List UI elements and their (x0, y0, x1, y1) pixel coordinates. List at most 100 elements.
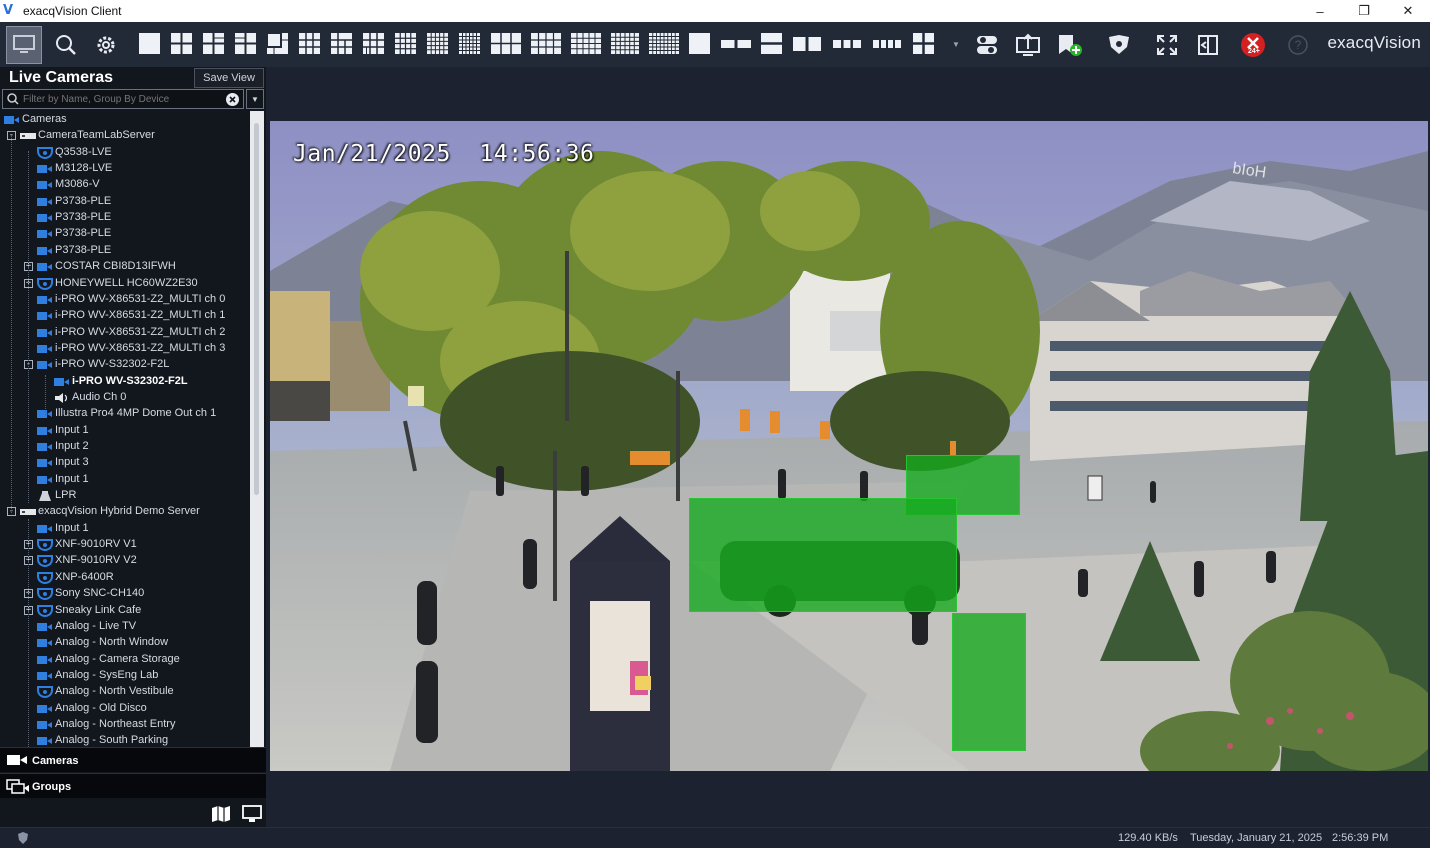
layout-two-wide-button[interactable] (793, 37, 821, 51)
help-button[interactable]: ? (1286, 22, 1310, 67)
tree-item[interactable]: Cameras (0, 112, 250, 128)
layout-more-dropdown[interactable]: ▼ (949, 22, 963, 67)
tree-item[interactable]: + Sony SNC-CH140 (0, 586, 250, 602)
alarm-status-button[interactable]: 24+ (1238, 22, 1268, 67)
layout-custom-button[interactable] (913, 33, 934, 54)
tree-item[interactable]: P3738-PLE (0, 243, 250, 259)
tree-item[interactable]: i-PRO WV-X86531-Z2_MULTI ch 3 (0, 341, 250, 357)
tree-item[interactable]: - CameraTeamLabServer (0, 128, 250, 144)
tree-item[interactable]: + COSTAR CBI8D13IFWH (0, 259, 250, 275)
camera-icon (37, 523, 53, 538)
tree-item[interactable]: Analog - North Window (0, 635, 250, 651)
layout-wide-3x2-button[interactable] (491, 33, 521, 54)
tree-item[interactable]: P3738-PLE (0, 226, 250, 242)
camera-icon (37, 327, 53, 342)
bookmark-button[interactable] (1054, 22, 1084, 67)
layout-side-by-side-button[interactable] (721, 40, 751, 48)
tree-item[interactable]: i-PRO WV-X86531-Z2_MULTI ch 0 (0, 292, 250, 308)
layout-wide-8x6-button[interactable] (649, 33, 679, 54)
tree-item[interactable]: Analog - North Vestibule (0, 684, 250, 700)
filter-dropdown[interactable]: ▼ (246, 89, 264, 109)
maximize-button[interactable]: ❐ (1342, 0, 1386, 22)
settings-button[interactable] (92, 22, 120, 67)
camera-tree: Cameras - CameraTeamLabServer Q3538-LVE M312… (0, 111, 250, 747)
groups-icon (6, 779, 29, 794)
monitor-icon[interactable] (242, 805, 262, 823)
map-icon[interactable] (211, 805, 231, 823)
camera-video-tile[interactable]: bIoH Jan/21/2025 14:56:36 (270, 121, 1428, 771)
tree-item[interactable]: Input 1 (0, 423, 250, 439)
minimize-button[interactable]: – (1298, 0, 1342, 22)
search-button[interactable] (52, 22, 80, 67)
layout-1-plus-4-button[interactable] (235, 33, 256, 54)
layout-wide-4x3-button[interactable] (531, 33, 561, 54)
layout-4x4-button[interactable] (395, 33, 416, 54)
tree-item-label: i-PRO WV-X86531-Z2_MULTI ch 2 (55, 325, 226, 338)
security-button[interactable] (1104, 22, 1134, 67)
layout-wide-6x5-button[interactable] (611, 33, 639, 54)
export-button[interactable] (1014, 22, 1042, 67)
tree-item[interactable]: Analog - SysEng Lab (0, 668, 250, 684)
layout-1-plus-9-button[interactable] (363, 33, 384, 54)
tree-item[interactable]: - exacqVision Hybrid Demo Server (0, 504, 250, 520)
fullscreen-button[interactable] (1153, 22, 1181, 67)
layout-wide-5x4-button[interactable] (571, 33, 601, 54)
tree-item[interactable]: M3128-LVE (0, 161, 250, 177)
tree-item[interactable]: Input 1 (0, 521, 250, 537)
tree-item[interactable]: + HONEYWELL HC60WZ2E30 (0, 276, 250, 292)
tree-item[interactable]: LPR (0, 488, 250, 504)
camera-icon (37, 310, 53, 325)
layout-stacked-button[interactable] (761, 33, 782, 54)
tree-item[interactable]: Illustra Pro4 4MP Dome Out ch 1 (0, 406, 250, 422)
clear-filter-icon[interactable] (225, 92, 240, 107)
tree-item[interactable]: + XNF-9010RV V2 (0, 553, 250, 569)
layout-1-plus-5-button[interactable] (267, 33, 288, 54)
layout-6x6-button[interactable] (459, 33, 480, 54)
layout-three-wide-button[interactable] (833, 40, 861, 48)
tree-item[interactable]: Analog - Live TV (0, 619, 250, 635)
camera-icon (37, 196, 53, 211)
layout-1x1-button[interactable] (139, 33, 160, 54)
tree-item[interactable]: Analog - Old Disco (0, 701, 250, 717)
tab-cameras[interactable]: Cameras (0, 747, 266, 772)
tree-scrollbar[interactable] (250, 111, 264, 747)
layout-1-plus-3-button[interactable] (203, 33, 224, 54)
scrollbar-thumb[interactable] (254, 123, 259, 495)
tree-item[interactable]: Analog - Camera Storage (0, 652, 250, 668)
tree-item[interactable]: - i-PRO WV-S32302-F2L (0, 357, 250, 373)
tree-item[interactable]: Input 3 (0, 455, 250, 471)
tree-item[interactable]: Input 1 (0, 472, 250, 488)
layout-3x3-button[interactable] (299, 33, 320, 54)
tree-item[interactable]: + XNF-9010RV V1 (0, 537, 250, 553)
dome-camera-icon (37, 539, 53, 554)
tree-item[interactable]: + Sneaky Link Cafe (0, 603, 250, 619)
layout-1-plus-7-button[interactable] (331, 33, 352, 54)
camera-icon (37, 228, 53, 243)
live-view-button[interactable] (6, 26, 42, 64)
tree-item[interactable]: Input 2 (0, 439, 250, 455)
layout-2x2-button[interactable] (171, 33, 192, 54)
tree-item[interactable]: i-PRO WV-S32302-F2L (0, 374, 250, 390)
tree-item[interactable]: P3738-PLE (0, 210, 250, 226)
tree-item[interactable]: i-PRO WV-X86531-Z2_MULTI ch 2 (0, 325, 250, 341)
tree-item[interactable]: i-PRO WV-X86531-Z2_MULTI ch 1 (0, 308, 250, 324)
tree-item[interactable]: Analog - Northeast Entry (0, 717, 250, 733)
layout-four-wide-button[interactable] (873, 40, 901, 48)
ptz-button[interactable] (974, 22, 1000, 67)
tree-item[interactable]: Audio Ch 0 (0, 390, 250, 406)
layout-single-tall-button[interactable] (689, 33, 710, 54)
layout-5x5-button[interactable] (427, 33, 448, 54)
filter-input[interactable] (23, 93, 213, 105)
save-view-button[interactable]: Save View (194, 68, 264, 88)
camera-icon (37, 261, 53, 276)
search-icon (7, 93, 19, 105)
tab-groups[interactable]: Groups (0, 773, 266, 798)
camera-icon (4, 114, 20, 129)
tree-item[interactable]: M3086-V (0, 177, 250, 193)
tree-item[interactable]: Q3538-LVE (0, 145, 250, 161)
tree-item[interactable]: Analog - South Parking (0, 733, 250, 747)
tree-item[interactable]: XNP-6400R (0, 570, 250, 586)
collapse-panel-button[interactable] (1194, 22, 1222, 67)
tree-item[interactable]: P3738-PLE (0, 194, 250, 210)
close-button[interactable]: ✕ (1386, 0, 1430, 22)
